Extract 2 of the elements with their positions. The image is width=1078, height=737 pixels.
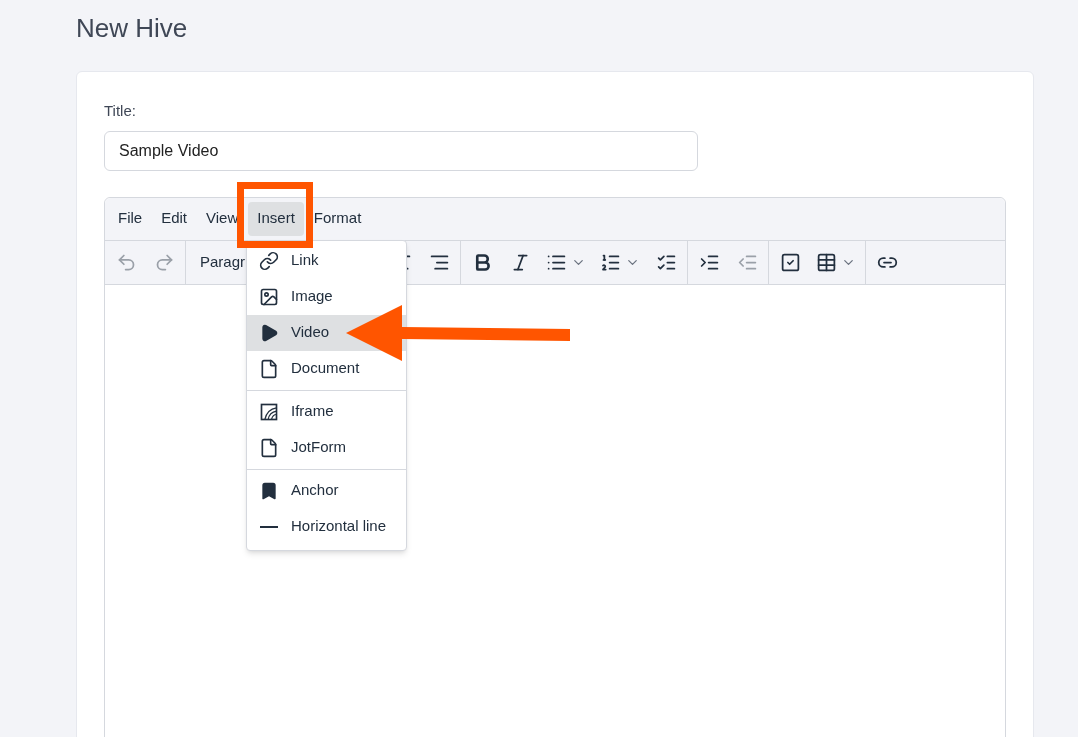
title-label: Title: xyxy=(104,101,136,121)
page-title: New Hive xyxy=(76,12,188,45)
